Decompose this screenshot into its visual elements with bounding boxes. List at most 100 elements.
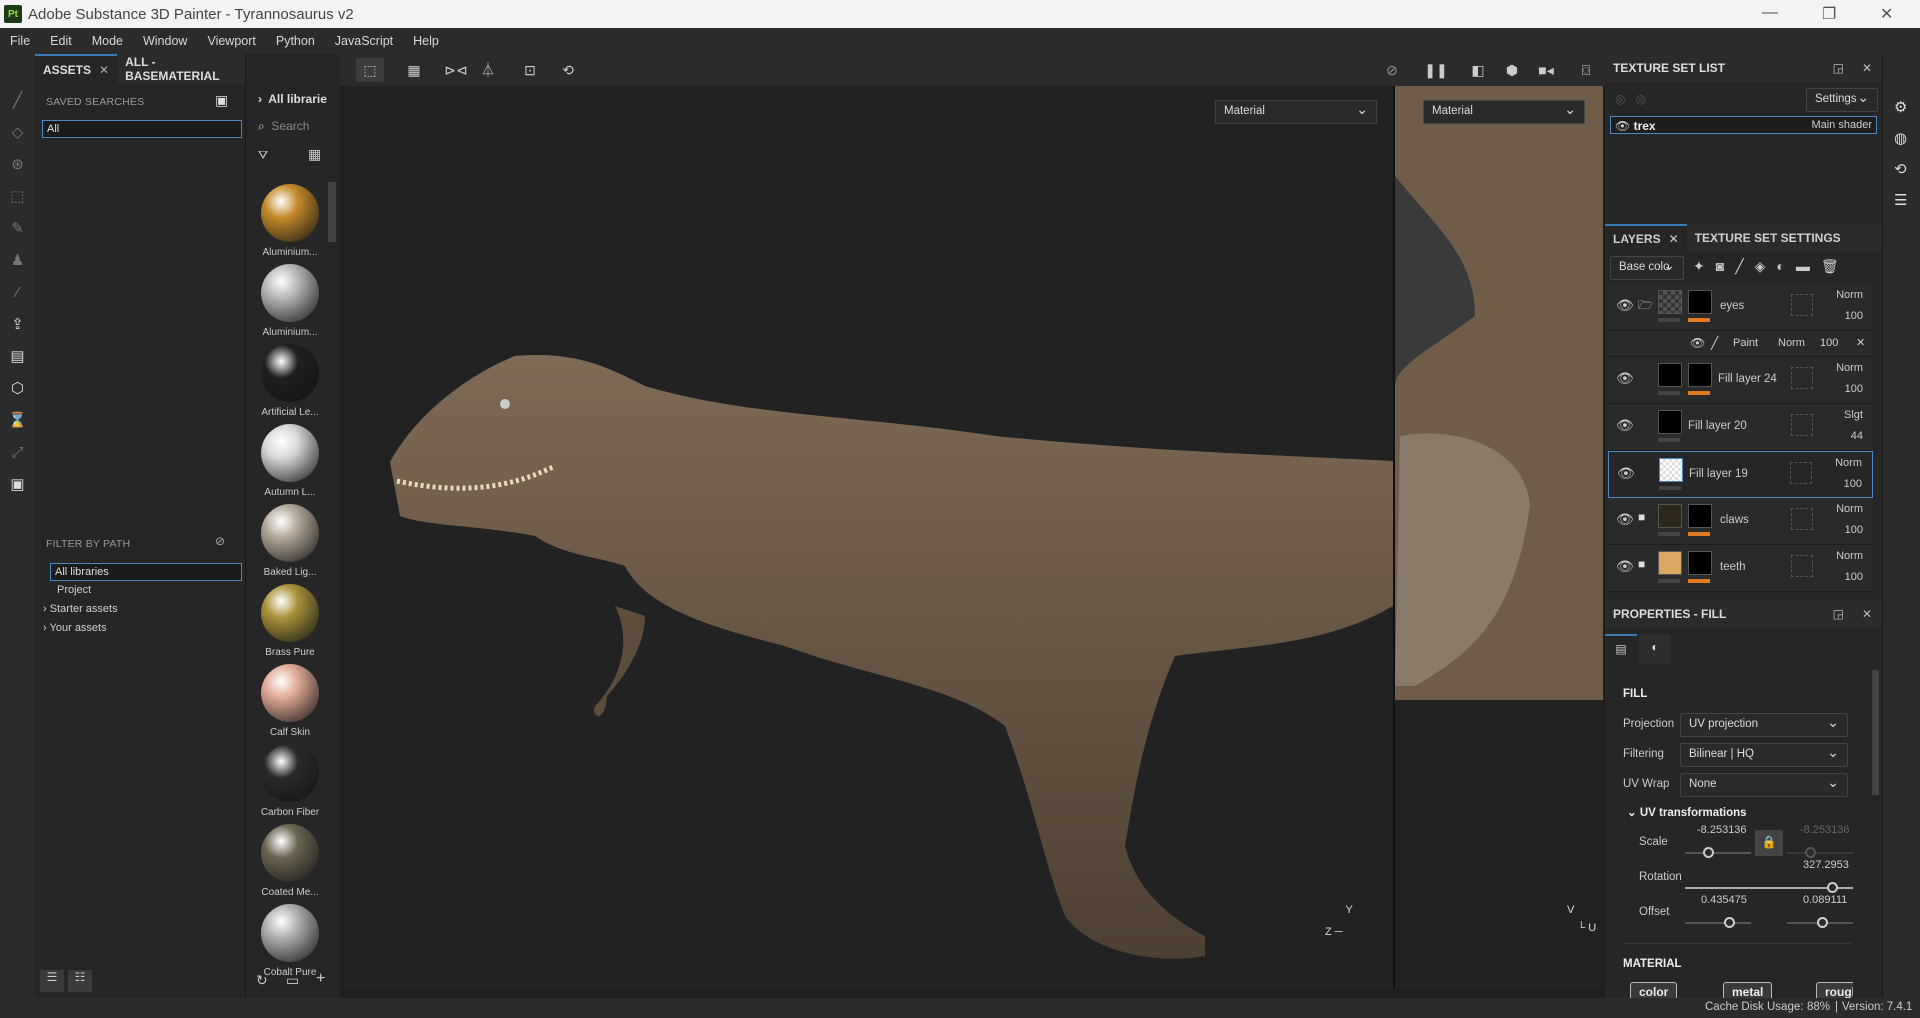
close-icon[interactable]: ✕: [1862, 607, 1872, 621]
asset-item[interactable]: Calf Skin: [250, 664, 330, 738]
tab-texture-set-settings[interactable]: TEXTURE SET SETTINGS: [1687, 231, 1849, 245]
eye-icon[interactable]: 👁: [1615, 119, 1630, 133]
smudge-icon[interactable]: ✎: [0, 212, 35, 244]
history-icon[interactable]: ⟲: [1894, 154, 1920, 185]
refresh-icon[interactable]: ↻: [256, 972, 268, 989]
asset-item[interactable]: Coated Me...: [250, 824, 330, 898]
blend-mode[interactable]: Norm: [1836, 550, 1863, 562]
rotation-slider[interactable]: [1685, 882, 1853, 893]
tab-assets[interactable]: ASSETS ✕: [35, 54, 118, 84]
grid-icon[interactable]: ▦: [308, 146, 321, 163]
smart-material-icon[interactable]: ◐: [1776, 258, 1795, 274]
polygon-fill-icon[interactable]: ⬚: [0, 180, 35, 212]
asset-item[interactable]: Artificial Le...: [250, 344, 330, 418]
tab-layers[interactable]: LAYERS ✕: [1605, 224, 1687, 252]
material-tab-icon[interactable]: ◐: [1639, 634, 1671, 664]
close-icon[interactable]: ✕: [1880, 4, 1893, 24]
history-icon[interactable]: ⟲: [554, 58, 582, 82]
close-icon[interactable]: ✕: [99, 63, 109, 77]
scrollbar[interactable]: [1872, 670, 1879, 795]
channel-dropdown[interactable]: Base colo: [1610, 256, 1684, 280]
offset-u-slider[interactable]: [1685, 917, 1751, 928]
asset-item[interactable]: Aluminium...: [250, 184, 330, 258]
menu-help[interactable]: Help: [403, 34, 449, 48]
fit-icon[interactable]: ⊡: [516, 58, 544, 82]
tab-all-basematerial[interactable]: ALL - BASEMATERIAL: [117, 54, 245, 84]
environment-icon[interactable]: ◍: [1894, 123, 1920, 154]
camera-icon[interactable]: ■◂: [1532, 58, 1560, 82]
eye-icon[interactable]: 👁: [1617, 465, 1635, 482]
bake-icon[interactable]: ▤: [0, 340, 35, 372]
float-icon[interactable]: ◲: [1833, 607, 1844, 621]
eye-icon[interactable]: 👁: [1616, 558, 1634, 575]
add-icon[interactable]: +: [316, 970, 325, 988]
uvwrap-dropdown[interactable]: None: [1680, 773, 1848, 797]
path-all-libraries[interactable]: All libraries: [50, 563, 242, 581]
asset-item[interactable]: Autumn L...: [250, 424, 330, 498]
add-paint-layer-icon[interactable]: ╱: [1735, 258, 1754, 274]
layer-fill-24[interactable]: 👁 Fill layer 24 Norm 100: [1608, 357, 1873, 404]
menu-python[interactable]: Python: [266, 34, 325, 48]
menu-file[interactable]: File: [0, 34, 40, 48]
add-effect-icon[interactable]: ✦: [1693, 258, 1716, 274]
add-fill-layer-icon[interactable]: ◈: [1755, 258, 1777, 274]
add-folder-icon[interactable]: ▬: [1796, 258, 1821, 274]
viewport-2d[interactable]: Material V └ U: [1393, 86, 1603, 988]
path-your-assets[interactable]: › Your assets: [43, 622, 107, 634]
asset-item[interactable]: Baked Lig...: [250, 504, 330, 578]
menu-viewport[interactable]: Viewport: [197, 34, 265, 48]
grid-mode-icon[interactable]: ▦: [400, 58, 428, 82]
viewport-3d[interactable]: Material Z ─ Y: [345, 86, 1393, 988]
path-starter-assets[interactable]: › Starter assets: [43, 603, 118, 615]
timer-icon[interactable]: ⌛: [0, 404, 35, 436]
eraser-icon[interactable]: ◇: [0, 116, 35, 148]
hide-ui-icon[interactable]: ⊘: [1378, 58, 1406, 82]
path-project[interactable]: Project: [57, 584, 91, 596]
list-view-icon[interactable]: ☰: [40, 970, 64, 992]
menu-javascript[interactable]: JavaScript: [325, 34, 403, 48]
blend-mode[interactable]: Slgt: [1844, 409, 1863, 421]
layer-eyes[interactable]: 👁 🗁 eyes Norm 100: [1608, 284, 1873, 331]
asset-item[interactable]: Cobalt Pure: [250, 904, 330, 978]
paint-brush-icon[interactable]: ╱: [0, 84, 35, 116]
visibility-icons[interactable]: ◎ ◎: [1615, 92, 1646, 106]
opacity[interactable]: 44: [1851, 430, 1863, 442]
sublayer-paint[interactable]: 👁 ╱ Paint Norm 100 ✕: [1608, 331, 1873, 357]
pause-icon[interactable]: ❚❚: [1422, 58, 1450, 82]
clone-icon[interactable]: ♟: [0, 244, 35, 276]
selection-icon[interactable]: ⬚: [356, 58, 384, 82]
lock-icon[interactable]: 🔒: [1755, 830, 1783, 856]
opacity[interactable]: 100: [1845, 383, 1863, 395]
hide-icon[interactable]: ⊘: [215, 534, 225, 548]
asset-item[interactable]: Aluminium...: [250, 264, 330, 338]
eye-icon[interactable]: 👁: [1690, 336, 1705, 350]
layer-claws[interactable]: 👁 ■ claws Norm 100: [1608, 498, 1873, 545]
eye-icon[interactable]: 👁: [1616, 511, 1634, 528]
log-icon[interactable]: ☰: [1894, 185, 1920, 216]
texture-set-row[interactable]: 👁 trex Main shader: [1610, 116, 1877, 134]
blend-mode[interactable]: Norm: [1836, 503, 1863, 515]
display-settings-icon[interactable]: ⚙: [1894, 92, 1920, 123]
scale-u-slider[interactable]: [1685, 847, 1751, 858]
projection-dropdown[interactable]: UV projection: [1680, 713, 1848, 737]
symmetry-y-icon[interactable]: ⏃: [474, 58, 502, 82]
blend-mode[interactable]: Norm: [1836, 362, 1863, 374]
delete-icon[interactable]: 🗑: [1821, 258, 1850, 274]
maximize-icon[interactable]: ❐: [1822, 4, 1836, 24]
cube-icon[interactable]: ⬢: [1498, 58, 1526, 82]
export-icon[interactable]: ⇪: [0, 308, 35, 340]
filter-icon[interactable]: ⛛: [258, 148, 268, 163]
menu-window[interactable]: Window: [133, 34, 197, 48]
close-icon[interactable]: ✕: [1862, 61, 1872, 75]
mesh-icon[interactable]: ⬡: [0, 372, 35, 404]
breadcrumb[interactable]: › All librarie: [258, 92, 327, 106]
opacity[interactable]: 100: [1820, 337, 1838, 349]
close-icon[interactable]: ✕: [1669, 232, 1679, 246]
opacity[interactable]: 100: [1845, 571, 1863, 583]
filtering-dropdown[interactable]: Bilinear | HQ: [1680, 743, 1848, 767]
document-icon[interactable]: ▣: [0, 468, 35, 500]
search-field[interactable]: ⌕ Search: [258, 119, 309, 134]
settings-dropdown[interactable]: Settings: [1806, 88, 1878, 112]
viewport-3d-mode-dropdown[interactable]: Material: [1215, 100, 1377, 124]
settings-tab-icon[interactable]: ▤: [1605, 634, 1637, 664]
